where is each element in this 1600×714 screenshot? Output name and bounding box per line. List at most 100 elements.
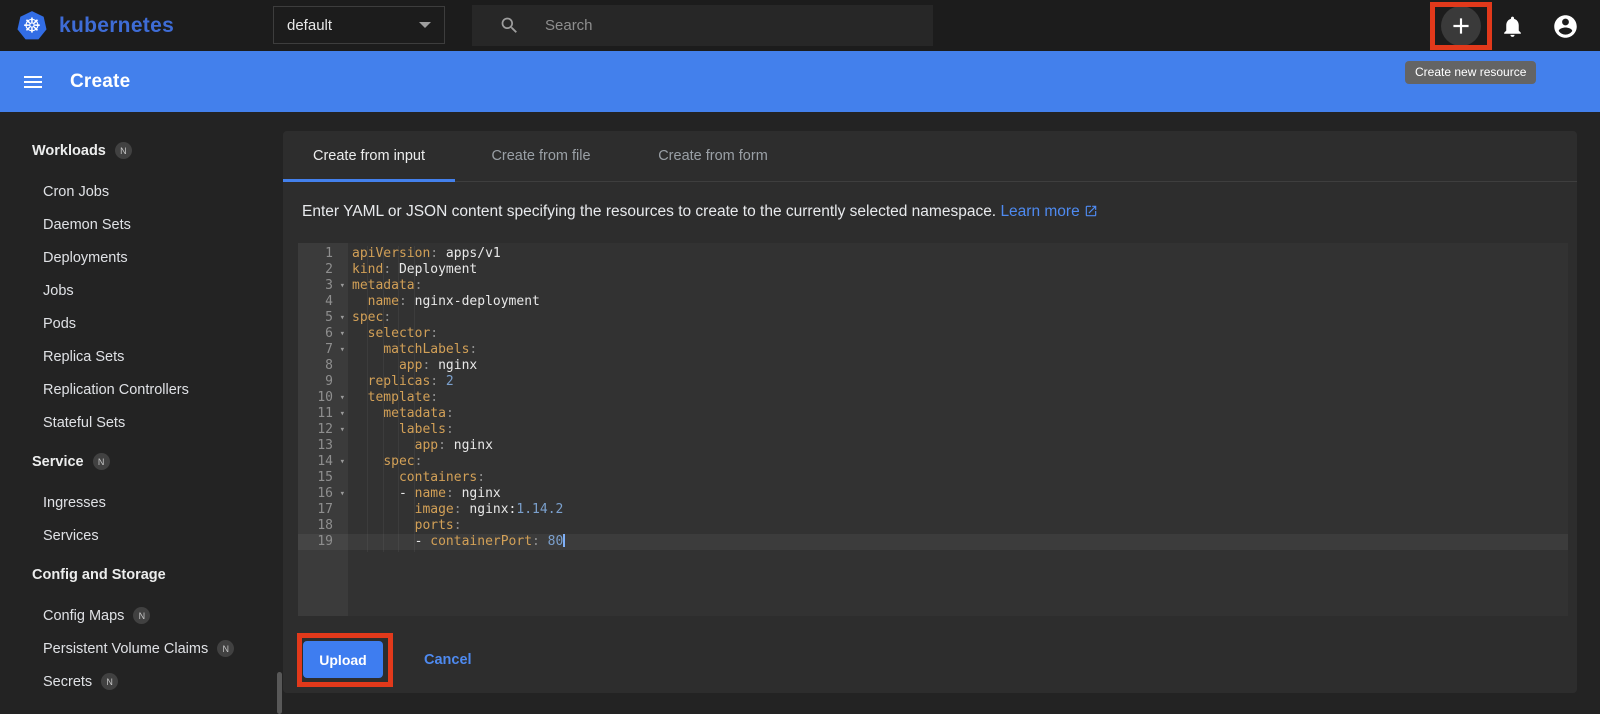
code-token: : (445, 486, 454, 501)
sidebar-item-label: Config Maps (43, 607, 125, 624)
code-token: ports (414, 518, 454, 533)
code-token: 2 (438, 374, 454, 389)
code-line-1: 1 apiVersion: apps/v1 (298, 246, 1568, 262)
code-text: metadata: (348, 406, 453, 422)
line-number: 8 (325, 358, 333, 373)
code-token: nginx (453, 486, 501, 501)
sidebar-item-ingresses[interactable]: Ingresses (0, 486, 283, 519)
sidebar-item-label: Pods (43, 315, 77, 332)
line-number: 12 ▾ (317, 422, 345, 438)
code-token: template (367, 390, 431, 405)
sidebar-item-secrets[interactable]: Secrets N (0, 665, 283, 698)
line-number: 7 ▾ (325, 342, 345, 358)
menu-button[interactable] (21, 70, 45, 94)
fold-arrow-icon[interactable]: ▾ (340, 310, 345, 326)
sidebar-item-cron-jobs[interactable]: Cron Jobs (0, 175, 283, 208)
code-text: labels: (348, 422, 454, 438)
line-number: 11 ▾ (317, 406, 345, 422)
create-new-resource-button[interactable] (1441, 6, 1481, 46)
kubernetes-helm-icon: ☸ (17, 10, 47, 39)
sidebar-group-service[interactable]: Service N (0, 445, 283, 478)
line-number: 10 ▾ (317, 390, 345, 406)
code-text: app: nginx (348, 358, 477, 374)
sidebar-item-stateful-sets[interactable]: Stateful Sets (0, 406, 283, 439)
account-circle-icon (1553, 14, 1577, 38)
code-line-7: 7 ▾ matchLabels: (298, 342, 1568, 358)
fold-arrow-icon[interactable]: ▾ (340, 390, 345, 406)
code-token: spec (352, 310, 384, 325)
code-token: metadata (352, 278, 415, 293)
code-token: selector (367, 326, 431, 341)
tab-create-from-form[interactable]: Create from form (627, 131, 799, 181)
tab-create-from-input[interactable]: Create from input (283, 131, 455, 182)
fold-arrow-icon[interactable]: ▾ (340, 486, 345, 502)
sidebar-item-daemon-sets[interactable]: Daemon Sets (0, 208, 283, 241)
code-token: metadata (383, 406, 446, 421)
sidebar-item-pods[interactable]: Pods (0, 307, 283, 340)
code-token: - (352, 534, 431, 549)
yaml-editor[interactable]: 1 apiVersion: apps/v1 2 kind: Deployment 3 ▾ m… (298, 243, 1568, 616)
code-token: : (477, 470, 486, 485)
sidebar-item-label: Stateful Sets (43, 414, 126, 431)
fold-arrow-icon[interactable]: ▾ (340, 326, 345, 342)
fold-arrow-icon[interactable]: ▾ (340, 422, 345, 438)
code-text: selector: (348, 326, 438, 342)
sidebar-item-deployments[interactable]: Deployments (0, 241, 283, 274)
line-number: 15 (317, 470, 333, 485)
tab-create-from-file[interactable]: Create from file (455, 131, 627, 181)
sidebar-item-label: Replica Sets (43, 348, 125, 365)
sidebar-item-label: Secrets (43, 673, 93, 690)
fold-arrow-icon[interactable]: ▾ (340, 278, 345, 294)
notifications-button[interactable] (1498, 12, 1526, 40)
upload-button[interactable]: Upload (303, 641, 383, 678)
app-bar: Create (0, 51, 1600, 112)
line-number: 4 (325, 294, 333, 309)
sidebar-item-replication-controllers[interactable]: Replication Controllers (0, 373, 283, 406)
code-token: nginx (445, 438, 493, 453)
search-input[interactable] (545, 17, 933, 34)
fold-arrow-icon[interactable]: ▾ (340, 454, 345, 470)
account-button[interactable] (1551, 12, 1579, 40)
fold-arrow-icon[interactable]: ▾ (340, 342, 345, 358)
code-line-12: 12 ▾ labels: (298, 422, 1568, 438)
learn-more-label: Learn more (1000, 203, 1080, 220)
code-token: 80 (539, 534, 564, 549)
sidebar-item-services[interactable]: Services (0, 519, 283, 552)
code-line-9: 9 replicas: 2 (298, 374, 1568, 390)
namespace-selector[interactable]: default (273, 6, 445, 44)
form-actions: Upload Cancel (303, 641, 472, 678)
code-text: app: nginx (348, 438, 493, 454)
code-text: metadata: (348, 278, 422, 294)
code-token: apps/v1 (438, 246, 501, 261)
code-text: replicas: 2 (348, 374, 454, 390)
sidebar-scrollbar[interactable] (277, 672, 282, 714)
namespaced-badge: N (92, 453, 110, 470)
code-line-19: 19 - containerPort: 80 (298, 534, 1568, 550)
code-token: : (383, 262, 392, 277)
code-line-11: 11 ▾ metadata: (298, 406, 1568, 422)
code-token: kind (352, 262, 384, 277)
code-token: : (430, 326, 439, 341)
learn-more-link[interactable]: Learn more (1000, 203, 1097, 220)
external-link-icon (1085, 205, 1096, 217)
sidebar-group-config-and-storage[interactable]: Config and Storage (0, 558, 283, 591)
line-number: 9 (325, 374, 333, 389)
sidebar-item-config-maps[interactable]: Config Maps N (0, 599, 283, 632)
sidebar-item-persistent-volume-claims[interactable]: Persistent Volume Claims N (0, 632, 283, 665)
sidebar-group-workloads[interactable]: Workloads N (0, 134, 283, 167)
code-text: - name: nginx (348, 486, 501, 502)
sidebar-item-jobs[interactable]: Jobs (0, 274, 283, 307)
cancel-button[interactable]: Cancel (424, 652, 472, 668)
line-number: 1 (325, 246, 333, 261)
kubernetes-logo[interactable]: ☸ (15, 9, 49, 43)
code-line-5: 5 ▾ spec: (298, 310, 1568, 326)
code-token: : (453, 518, 462, 533)
code-token: nginx (430, 358, 478, 373)
fold-arrow-icon[interactable]: ▾ (340, 406, 345, 422)
code-token: : (430, 246, 439, 261)
code-token: : (532, 534, 540, 549)
code-token: : (430, 390, 439, 405)
sidebar-nav: Workloads N Cron Jobs Daemon Sets Deployment… (0, 112, 283, 714)
sidebar-item-replica-sets[interactable]: Replica Sets (0, 340, 283, 373)
